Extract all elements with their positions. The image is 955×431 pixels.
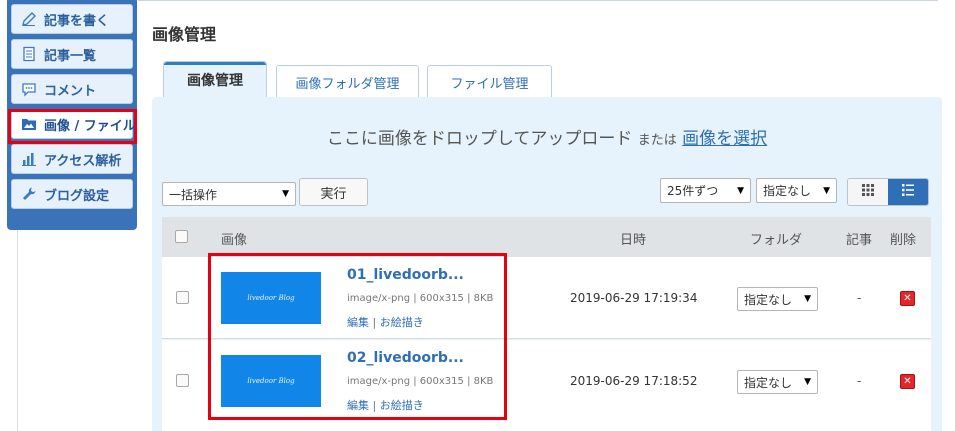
article-value: - bbox=[857, 374, 862, 388]
edit-link[interactable]: 編集 bbox=[347, 316, 369, 329]
sidebar-item-label: ブログ設定 bbox=[44, 188, 110, 204]
speech-bubble-icon bbox=[21, 81, 37, 97]
article-value: - bbox=[857, 291, 862, 305]
or-text: または bbox=[637, 133, 677, 148]
file-name-link[interactable]: 02_livedoorb... bbox=[347, 350, 464, 366]
folder-select[interactable]: 指定なし ▼ bbox=[737, 370, 818, 394]
select-image-link[interactable]: 画像を選択 bbox=[682, 129, 767, 149]
upload-date: 2019-06-29 17:19:34 bbox=[570, 291, 698, 305]
file-meta: image/x-png | 600x315 | 8KB bbox=[347, 376, 494, 387]
separator: | bbox=[372, 316, 380, 329]
header-delete: 削除 bbox=[890, 233, 917, 248]
drop-zone-text: ここに画像をドロップしてアップロード bbox=[326, 129, 633, 149]
folder-select-value: 指定なし bbox=[744, 292, 793, 307]
close-icon: ✕ bbox=[903, 376, 912, 387]
chevron-down-icon: ▼ bbox=[737, 185, 744, 196]
tab-image-management[interactable]: 画像管理 bbox=[163, 61, 267, 98]
header-date: 日時 bbox=[620, 233, 647, 248]
folder-filter-select[interactable]: 指定なし ▼ bbox=[756, 178, 837, 203]
sidebar-item-articles[interactable]: 記事一覧 bbox=[11, 39, 133, 69]
thumbnail-logo: livedoor Blog bbox=[247, 377, 295, 385]
draw-link[interactable]: お絵描き bbox=[380, 316, 424, 329]
folder-select-value: 指定なし bbox=[744, 375, 793, 390]
grid-icon bbox=[862, 184, 874, 200]
sidebar-item-label: コメント bbox=[44, 83, 97, 99]
folder-select[interactable]: 指定なし ▼ bbox=[737, 287, 818, 311]
image-thumbnail[interactable]: livedoor Blog bbox=[221, 355, 321, 407]
table-row-partial bbox=[162, 421, 931, 431]
file-meta: image/x-png | 600x315 | 8KB bbox=[347, 293, 494, 304]
grid-view-button[interactable] bbox=[848, 179, 888, 205]
page-title: 画像管理 bbox=[152, 25, 217, 44]
sidebar-item-comments[interactable]: コメント bbox=[11, 74, 133, 104]
header-article: 記事 bbox=[846, 233, 873, 248]
image-thumbnail[interactable]: livedoor Blog bbox=[221, 272, 321, 324]
per-page-select[interactable]: 25件ずつ ▼ bbox=[660, 178, 751, 203]
close-icon: ✕ bbox=[903, 293, 912, 304]
chevron-down-icon: ▼ bbox=[804, 294, 811, 304]
delete-button[interactable]: ✕ bbox=[900, 374, 915, 389]
view-toggle bbox=[847, 178, 929, 206]
sidebar-item-label: 記事一覧 bbox=[44, 48, 97, 64]
table-row: livedoor Blog 01_livedoorb... image/x-pn… bbox=[162, 257, 931, 339]
chevron-down-icon: ▼ bbox=[804, 377, 811, 387]
sidebar-item-images[interactable]: 画像 / ファイル bbox=[11, 109, 136, 139]
document-list-icon bbox=[21, 46, 37, 62]
sidebar: 記事を書く 記事一覧 コメント 画像 / ファイル アクセス解析 ブログ設定 bbox=[7, 0, 137, 230]
delete-button[interactable]: ✕ bbox=[900, 291, 915, 306]
sidebar-item-label: 記事を書く bbox=[44, 13, 110, 29]
sidebar-item-analytics[interactable]: アクセス解析 bbox=[11, 144, 133, 174]
sidebar-item-settings[interactable]: ブログ設定 bbox=[11, 179, 133, 209]
select-all-checkbox[interactable] bbox=[175, 230, 188, 243]
bulk-action-value: 一括操作 bbox=[169, 187, 218, 202]
wrench-icon bbox=[21, 186, 37, 202]
chevron-down-icon: ▼ bbox=[823, 185, 830, 196]
table-row: livedoor Blog 02_livedoorb... image/x-pn… bbox=[162, 340, 931, 422]
separator: | bbox=[372, 399, 380, 412]
file-name-link[interactable]: 01_livedoorb... bbox=[347, 267, 464, 283]
header-folder: フォルダ bbox=[750, 233, 803, 248]
top-divider bbox=[138, 0, 938, 1]
chevron-down-icon: ▼ bbox=[282, 189, 289, 199]
list-view-button[interactable] bbox=[888, 179, 928, 205]
tab-file-management[interactable]: ファイル管理 bbox=[427, 65, 552, 98]
bulk-action-select[interactable]: 一括操作 ▼ bbox=[162, 182, 296, 206]
row-checkbox[interactable] bbox=[176, 291, 189, 304]
sidebar-item-label: 画像 / ファイル bbox=[44, 118, 136, 134]
row-actions: 編集 | お絵描き bbox=[347, 397, 424, 413]
sidebar-item-label: アクセス解析 bbox=[44, 153, 122, 169]
bar-chart-icon bbox=[21, 151, 37, 167]
upload-date: 2019-06-29 17:18:52 bbox=[570, 374, 698, 388]
table-header: 画像 日時 フォルダ 記事 削除 bbox=[162, 217, 931, 257]
thumbnail-logo: livedoor Blog bbox=[247, 294, 295, 302]
run-button[interactable]: 実行 bbox=[299, 178, 368, 206]
image-folder-icon bbox=[21, 116, 37, 132]
row-actions: 編集 | お絵描き bbox=[347, 314, 424, 330]
header-image: 画像 bbox=[221, 233, 248, 248]
per-page-value: 25件ずつ bbox=[667, 184, 719, 198]
edit-link[interactable]: 編集 bbox=[347, 399, 369, 412]
draw-link[interactable]: お絵描き bbox=[380, 399, 424, 412]
list-icon bbox=[902, 184, 914, 200]
drop-zone[interactable]: ここに画像をドロップしてアップロード または 画像を選択 bbox=[152, 124, 942, 149]
sidebar-item-write[interactable]: 記事を書く bbox=[11, 4, 133, 34]
row-checkbox[interactable] bbox=[176, 374, 189, 387]
pencil-icon bbox=[21, 11, 37, 27]
folder-filter-value: 指定なし bbox=[763, 184, 812, 198]
tab-image-folder-management[interactable]: 画像フォルダ管理 bbox=[276, 65, 419, 98]
